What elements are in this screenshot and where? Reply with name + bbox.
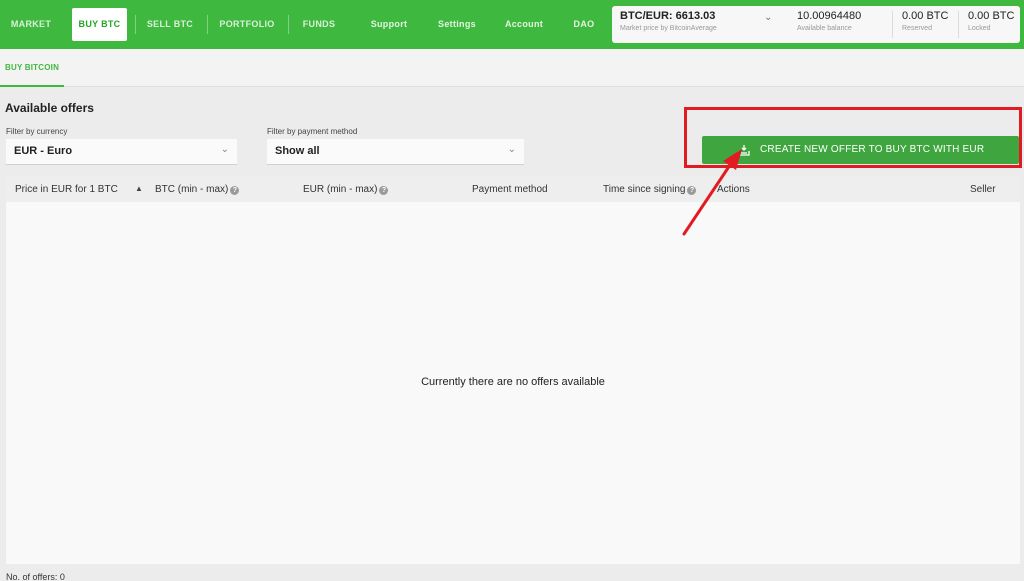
column-header-time-label: Time since signing <box>603 184 686 195</box>
column-header-btc[interactable]: BTC (min - max)? <box>155 184 240 195</box>
nav-tab-sell-btc[interactable]: SELL BTC <box>142 8 198 41</box>
locked-balance: 0.00 BTC Locked <box>968 10 1014 32</box>
nav-divider <box>135 15 136 34</box>
help-icon[interactable]: ? <box>230 186 240 195</box>
column-header-actions: Actions <box>717 184 750 195</box>
help-icon[interactable]: ? <box>687 186 697 195</box>
column-header-actions-label: Actions <box>717 184 750 195</box>
sort-up-icon[interactable]: ▲ <box>135 184 143 193</box>
chevron-down-icon: ⌄ <box>220 144 229 155</box>
column-header-price-label: Price in EUR for 1 BTC <box>15 184 118 195</box>
payment-filter-label: Filter by payment method <box>267 127 358 136</box>
column-header-seller[interactable]: Seller <box>970 184 996 195</box>
column-header-eur-label: EUR (min - max) <box>303 184 378 195</box>
annotation-highlight-box <box>684 107 1022 168</box>
nav-divider <box>207 15 208 34</box>
nav-settings[interactable]: Settings <box>433 8 481 41</box>
balance-divider <box>892 11 893 38</box>
nav-account[interactable]: Account <box>500 8 548 41</box>
help-icon[interactable]: ? <box>379 186 389 195</box>
column-header-price[interactable]: Price in EUR for 1 BTC <box>15 184 118 195</box>
balance-divider <box>958 11 959 38</box>
payment-filter-value: Show all <box>275 145 320 157</box>
payment-filter-select[interactable]: Show all ⌄ <box>267 139 524 165</box>
nav-tab-portfolio[interactable]: PORTFOLIO <box>214 8 280 41</box>
sub-tab-bar: BUY BITCOIN <box>0 49 1024 87</box>
column-header-payment[interactable]: Payment method <box>472 184 548 195</box>
top-navigation-bar: MARKET BUY BTC SELL BTC PORTFOLIO FUNDS … <box>0 0 1024 49</box>
nav-divider <box>288 15 289 34</box>
offers-table-body: Currently there are no offers available <box>6 202 1020 564</box>
chevron-down-icon: ⌄ <box>507 144 516 155</box>
locked-balance-label: Locked <box>968 25 991 32</box>
currency-filter-label: Filter by currency <box>6 127 68 136</box>
chevron-down-icon[interactable]: ⌄ <box>764 12 772 23</box>
nav-tab-market[interactable]: MARKET <box>5 8 57 41</box>
column-header-seller-label: Seller <box>970 184 996 195</box>
empty-offers-message: Currently there are no offers available <box>421 376 605 388</box>
reserved-balance-value: 0.00 BTC <box>902 10 949 22</box>
currency-filter-select[interactable]: EUR - Euro ⌄ <box>6 139 237 165</box>
reserved-balance: 0.00 BTC Reserved <box>902 10 948 32</box>
tab-buy-bitcoin[interactable]: BUY BITCOIN <box>0 49 65 87</box>
column-header-payment-label: Payment method <box>472 184 548 195</box>
locked-balance-value: 0.00 BTC <box>968 10 1015 22</box>
market-price-selector[interactable]: BTC/EUR: 6613.03 Market price by Bitcoin… <box>620 10 717 32</box>
available-balance-value: 10.00964480 <box>797 10 862 22</box>
column-header-eur[interactable]: EUR (min - max)? <box>303 184 389 195</box>
balance-panel: BTC/EUR: 6613.03 Market price by Bitcoin… <box>612 6 1020 43</box>
column-header-time[interactable]: Time since signing? <box>603 184 697 195</box>
nav-tab-buy-btc[interactable]: BUY BTC <box>72 8 127 41</box>
market-price-value: BTC/EUR: 6613.03 <box>620 10 716 22</box>
currency-filter-value: EUR - Euro <box>14 145 73 157</box>
market-price-label: Market price by BitcoinAverage <box>620 25 717 32</box>
offers-table-header: Price in EUR for 1 BTC ▲ BTC (min - max)… <box>6 176 1020 202</box>
available-balance: 10.00964480 Available balance <box>797 10 861 32</box>
available-balance-label: Available balance <box>797 25 852 32</box>
nav-tab-funds[interactable]: FUNDS <box>295 8 343 41</box>
nav-support[interactable]: Support <box>365 8 413 41</box>
nav-dao[interactable]: DAO <box>568 8 600 41</box>
column-header-btc-label: BTC (min - max) <box>155 184 229 195</box>
offers-count: No. of offers: 0 <box>6 572 65 581</box>
section-title: Available offers <box>5 101 94 115</box>
reserved-balance-label: Reserved <box>902 25 932 32</box>
